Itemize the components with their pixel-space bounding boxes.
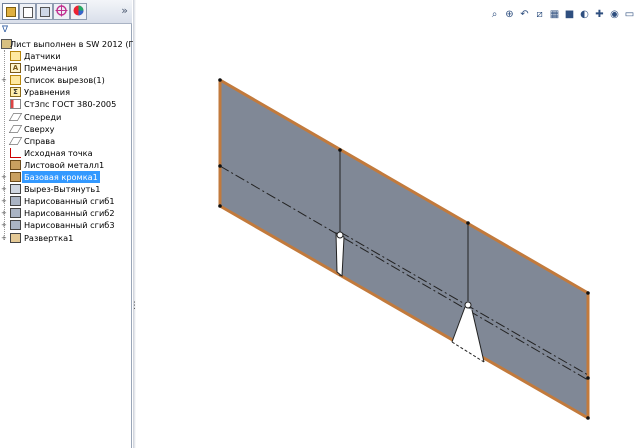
tree-item-label: Ст3пс ГОСТ 380-2005 xyxy=(24,99,117,110)
feature-manager-tabs: » xyxy=(0,0,132,24)
expand-icon[interactable]: + xyxy=(1,234,7,241)
relief-hole xyxy=(336,231,344,239)
tree-item-front-plane[interactable]: Спереди xyxy=(0,111,132,123)
display-icon xyxy=(73,5,84,16)
tree-item-label: Вырез-Вытянуть1 xyxy=(24,184,101,195)
tree-item-right-plane[interactable]: Справа xyxy=(0,135,132,147)
configurationmanager-tab[interactable] xyxy=(36,3,53,20)
filter-icon[interactable]: ∇ xyxy=(2,25,130,36)
tree-item-label: Датчики xyxy=(24,51,61,62)
expand-icon[interactable]: + xyxy=(1,174,7,181)
sketched-bend-icon xyxy=(10,196,21,207)
tree-item-label: Нарисованный сгиб3 xyxy=(24,220,115,231)
tree-item-label: Список вырезов(1) xyxy=(24,75,105,86)
tree-item-sensors[interactable]: Датчики xyxy=(0,50,132,62)
tree-item-label: Базовая кромка1 xyxy=(22,171,100,184)
expand-icon[interactable]: + xyxy=(1,222,7,229)
vertex-point xyxy=(218,204,222,208)
tree-item-cut-list[interactable]: + Список вырезов(1) xyxy=(0,74,132,86)
tree-item-label: Справа xyxy=(24,135,56,146)
plane-icon xyxy=(8,124,23,133)
tree-item-label: Нарисованный сгиб2 xyxy=(24,208,115,219)
tree-item-equations[interactable]: Σ Уравнения xyxy=(0,86,132,98)
vertex-point xyxy=(586,416,590,420)
collapse-panel-button[interactable]: » xyxy=(121,4,128,17)
sensors-folder-icon xyxy=(10,51,21,62)
featuremanager-tab[interactable] xyxy=(2,3,19,20)
vertex-point xyxy=(586,291,590,295)
tree-item-sheet-metal[interactable]: Листовой металл1 xyxy=(0,159,132,171)
relief-cut xyxy=(335,232,345,277)
flat-pattern-icon xyxy=(10,232,21,243)
expand-icon[interactable]: + xyxy=(1,186,7,193)
tree-item-label: Развертка1 xyxy=(24,232,74,243)
annotations-icon: A xyxy=(10,63,21,74)
expand-icon[interactable]: + xyxy=(1,198,7,205)
vertex-point xyxy=(586,376,590,380)
extruded-cut-icon xyxy=(10,184,21,195)
cut-list-icon xyxy=(10,75,21,86)
tree-item-sketched-bend-3[interactable]: + Нарисованный сгиб3 xyxy=(0,219,132,231)
feature-tree-icon xyxy=(5,7,16,17)
tree-item-sketched-bend-2[interactable]: + Нарисованный сгиб2 xyxy=(0,207,132,219)
config-icon xyxy=(39,7,50,17)
tree-item-annotations[interactable]: A Примечания xyxy=(0,62,132,74)
tree-item-label: Исходная точка xyxy=(24,147,93,158)
expand-icon[interactable]: + xyxy=(1,77,7,84)
vertex-point xyxy=(466,221,470,225)
expand-icon[interactable]: + xyxy=(1,210,7,217)
display-manager-tab[interactable] xyxy=(70,3,87,20)
tree-item-flat-pattern[interactable]: + Развертка1 xyxy=(0,232,132,244)
sheet-metal-icon xyxy=(10,159,21,170)
dimxpert-tab[interactable] xyxy=(53,3,70,20)
propertymanager-tab[interactable] xyxy=(19,3,36,20)
tree-item-label: Сверху xyxy=(24,123,55,134)
tree-item-label: Уравнения xyxy=(24,87,71,98)
property-icon xyxy=(22,7,33,18)
dimxpert-icon xyxy=(55,4,68,17)
tree-item-label: Спереди xyxy=(24,111,62,122)
tree-root-label: Лист выполнен в SW 2012 (По ум xyxy=(10,39,154,49)
vertex-point xyxy=(338,148,342,152)
plane-icon xyxy=(8,112,23,121)
vertex-point xyxy=(218,78,222,82)
tree-item-origin[interactable]: Исходная точка xyxy=(0,147,132,159)
tree-item-top-plane[interactable]: Сверху xyxy=(0,123,132,135)
tree-item-label: Листовой металл1 xyxy=(24,159,105,170)
feature-manager-panel: » ∇ Лист выполнен в SW 2012 (По ум Датчи… xyxy=(0,0,153,448)
tree-item-extruded-cut[interactable]: + Вырез-Вытянуть1 xyxy=(0,183,132,195)
sketched-bend-icon xyxy=(10,220,21,231)
sheet-metal-model[interactable] xyxy=(136,0,640,448)
vertex-point xyxy=(218,164,222,168)
tree-item-sketched-bend-1[interactable]: + Нарисованный сгиб1 xyxy=(0,195,132,207)
base-flange-icon xyxy=(10,172,21,183)
tree-item-label: Нарисованный сгиб1 xyxy=(24,196,115,207)
origin-icon xyxy=(10,147,21,158)
sketched-bend-icon xyxy=(10,208,21,219)
plane-icon xyxy=(8,136,23,145)
relief-hole xyxy=(464,301,472,309)
tree-item-label: Примечания xyxy=(24,63,78,74)
tree-root-part[interactable]: Лист выполнен в SW 2012 (По ум xyxy=(0,38,153,50)
material-icon xyxy=(10,99,21,110)
model-face xyxy=(218,78,590,420)
equations-icon: Σ xyxy=(10,87,21,98)
tree-item-base-flange[interactable]: + Базовая кромка1 xyxy=(0,171,132,184)
feature-tree: Лист выполнен в SW 2012 (По ум Датчики A… xyxy=(0,38,153,244)
tree-item-material[interactable]: Ст3пс ГОСТ 380-2005 xyxy=(0,98,132,110)
